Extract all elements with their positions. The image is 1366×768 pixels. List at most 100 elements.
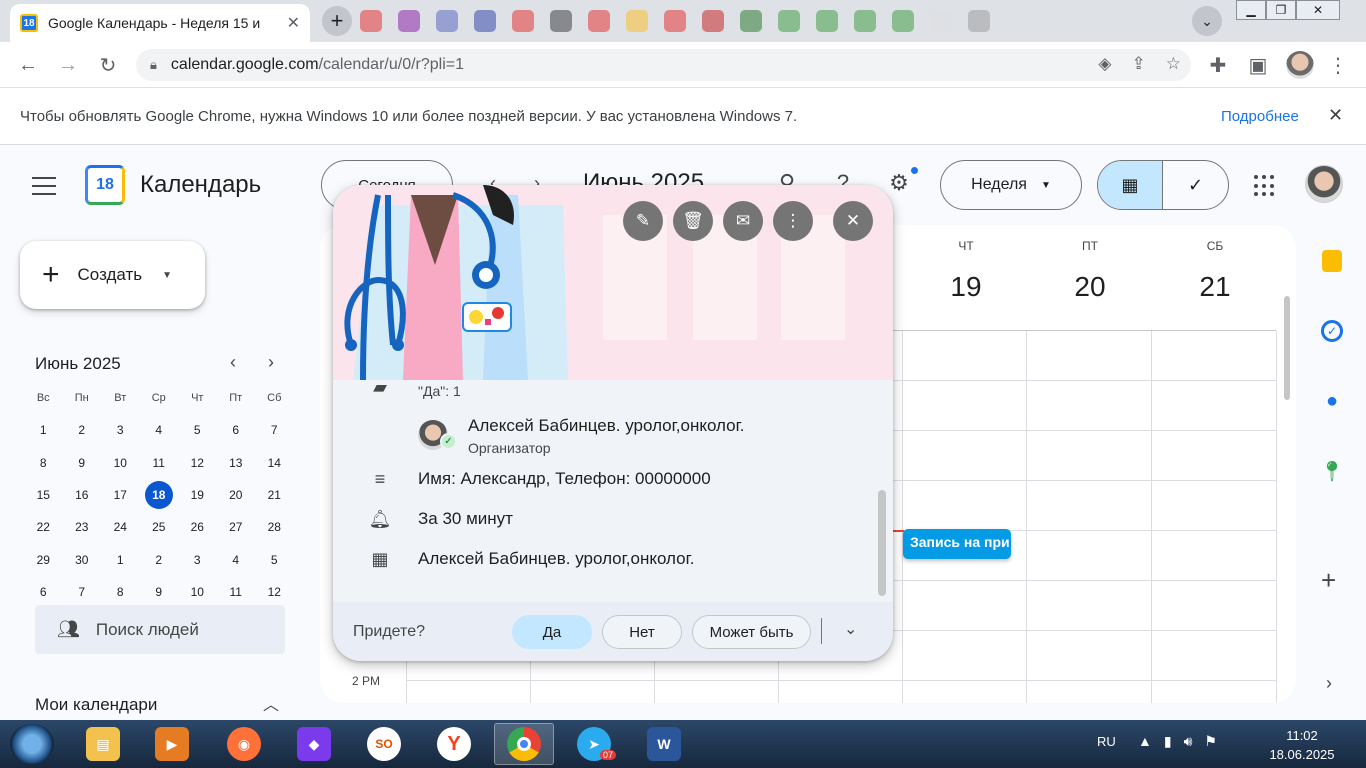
background-tab-favicon-icon[interactable] [892, 10, 914, 32]
google-apps-icon[interactable] [1254, 175, 1276, 197]
tab-close-icon[interactable]: ✕ [287, 13, 300, 33]
main-menu-icon[interactable] [32, 177, 56, 195]
forward-icon[interactable]: → [56, 53, 80, 77]
mini-calendar-day[interactable]: 4 [140, 414, 179, 446]
mini-calendar-day[interactable]: 29 [24, 543, 63, 575]
rsvp-maybe-button[interactable]: Может быть [692, 615, 811, 649]
delete-event-button[interactable]: 🗑︎ [673, 201, 713, 241]
maximize-button[interactable]: ❐ [1266, 0, 1296, 20]
day-header[interactable]: ЧТ 19 [904, 239, 1028, 303]
network-icon[interactable]: ▮ [1164, 733, 1172, 750]
new-tab-button[interactable]: + [322, 6, 352, 36]
more-options-button[interactable]: ⋮ [773, 201, 813, 241]
mini-calendar-day[interactable]: 12 [178, 447, 217, 479]
extensions-icon[interactable]: ✚ [1206, 53, 1230, 77]
mini-calendar-day[interactable]: 17 [101, 479, 140, 511]
mini-calendar-day[interactable]: 16 [63, 479, 102, 511]
mini-calendar-day[interactable]: 8 [101, 576, 140, 608]
background-tab-favicon-icon[interactable] [778, 10, 800, 32]
day-header[interactable]: СБ 21 [1153, 239, 1277, 303]
mini-calendar-day[interactable]: 1 [101, 543, 140, 575]
mini-prev-month-icon[interactable]: ‹ [230, 352, 236, 373]
mini-calendar-day[interactable]: 1 [24, 414, 63, 446]
view-select[interactable]: Неделя ▼ [940, 160, 1082, 210]
organizer-name[interactable]: Алексей Бабинцев. уролог,онколог. [468, 416, 744, 436]
mini-calendar-day[interactable]: 10 [178, 576, 217, 608]
yandex-browser-taskbar-icon[interactable]: Y [424, 723, 484, 765]
firefox-taskbar-icon[interactable]: ◉ [214, 723, 274, 765]
mini-next-month-icon[interactable]: › [268, 352, 274, 373]
volume-icon[interactable]: 🔊︎ [1184, 733, 1193, 750]
mini-calendar-day[interactable]: 24 [101, 511, 140, 543]
background-tab-favicon-icon[interactable] [664, 10, 686, 32]
keep-icon[interactable] [1320, 249, 1344, 273]
show-hidden-icons-icon[interactable]: ▲ [1138, 733, 1152, 750]
background-tab-favicon-icon[interactable] [550, 10, 572, 32]
mini-calendar-day[interactable]: 28 [255, 511, 294, 543]
calendar-event[interactable]: Запись на при [903, 529, 1011, 559]
tasks-icon[interactable]: ✓ [1320, 319, 1344, 343]
mini-calendar-day[interactable]: 14 [255, 447, 294, 479]
background-tab-favicon-icon[interactable] [816, 10, 838, 32]
my-calendars-heading[interactable]: Мои календари [35, 695, 157, 715]
tasks-view-icon[interactable]: ✓ [1163, 161, 1228, 209]
infobar-close-icon[interactable]: ✕ [1328, 105, 1343, 126]
edit-event-button[interactable]: ✎ [623, 201, 663, 241]
chrome-menu-icon[interactable]: ⋮ [1326, 53, 1350, 77]
obsidian-taskbar-icon[interactable]: ◆ [284, 723, 344, 765]
infobar-learn-more-link[interactable]: Подробнее [1221, 108, 1299, 125]
word-taskbar-icon[interactable]: W [634, 723, 694, 765]
add-addon-icon[interactable]: + [1321, 565, 1336, 596]
start-button[interactable] [10, 724, 54, 764]
action-center-flag-icon[interactable]: ⚑ [1204, 733, 1217, 750]
mini-calendar-day[interactable]: 6 [217, 414, 256, 446]
site-info-icon[interactable]: ◈ [1098, 54, 1111, 74]
expand-side-panel-icon[interactable]: › [1326, 673, 1332, 694]
close-window-button[interactable]: ✕ [1296, 0, 1340, 20]
mini-calendar-day[interactable]: 4 [217, 543, 256, 575]
mini-calendar-day[interactable]: 13 [217, 447, 256, 479]
email-guests-button[interactable]: ✉ [723, 201, 763, 241]
bookmark-star-icon[interactable]: ☆ [1166, 54, 1181, 74]
mini-calendar-day[interactable]: 3 [101, 414, 140, 446]
explorer-taskbar-icon[interactable]: ▤ [73, 723, 133, 765]
tab-search-button[interactable]: ⌄ [1192, 6, 1222, 36]
mini-calendar-day[interactable]: 25 [140, 511, 179, 543]
search-people-input[interactable]: 👥︎ Поиск людей [35, 605, 285, 654]
background-tab-favicon-icon[interactable] [930, 10, 952, 32]
rsvp-no-button[interactable]: Нет [602, 615, 682, 649]
day-number[interactable]: 19 [904, 271, 1028, 303]
mini-calendar-day[interactable]: 11 [217, 576, 256, 608]
telegram-taskbar-icon[interactable]: ➤ 07 [564, 723, 624, 765]
rsvp-yes-button[interactable]: Да [512, 615, 592, 649]
mini-calendar-day[interactable]: 15 [24, 479, 63, 511]
background-tab-favicon-icon[interactable] [702, 10, 724, 32]
day-number[interactable]: 20 [1028, 271, 1152, 303]
share-icon[interactable]: ⇪ [1132, 54, 1146, 74]
mini-calendar-day[interactable]: 10 [101, 447, 140, 479]
close-popup-button[interactable]: ✕ [833, 201, 873, 241]
background-tab-favicon-icon[interactable] [968, 10, 990, 32]
language-indicator[interactable]: RU [1097, 734, 1116, 749]
background-tab-favicon-icon[interactable] [436, 10, 458, 32]
contacts-icon[interactable]: ● [1320, 389, 1344, 413]
calendar-logo-icon[interactable]: 18 [85, 165, 125, 205]
mini-calendar-day[interactable]: 5 [178, 414, 217, 446]
lock-icon[interactable]: 🔒︎ [150, 57, 157, 73]
mini-calendar-day[interactable]: 23 [63, 511, 102, 543]
background-tab-favicon-icon[interactable] [740, 10, 762, 32]
account-avatar[interactable] [1305, 165, 1343, 203]
reload-icon[interactable]: ↻ [96, 53, 120, 77]
mini-calendar-day[interactable]: 2 [140, 543, 179, 575]
background-tab-favicon-icon[interactable] [626, 10, 648, 32]
back-icon[interactable]: ← [16, 53, 40, 77]
mini-calendar-day[interactable]: 12 [255, 576, 294, 608]
background-tab-favicon-icon[interactable] [512, 10, 534, 32]
chrome-taskbar-icon[interactable] [494, 723, 554, 765]
background-tab-favicon-icon[interactable] [588, 10, 610, 32]
mini-calendar-day[interactable]: 18 [140, 479, 179, 511]
background-tab-favicon-icon[interactable] [474, 10, 496, 32]
system-clock[interactable]: 11:02 18.06.2025 [1262, 726, 1342, 764]
mini-calendar-day[interactable]: 26 [178, 511, 217, 543]
create-button[interactable]: + Создать ▼ [20, 241, 205, 309]
